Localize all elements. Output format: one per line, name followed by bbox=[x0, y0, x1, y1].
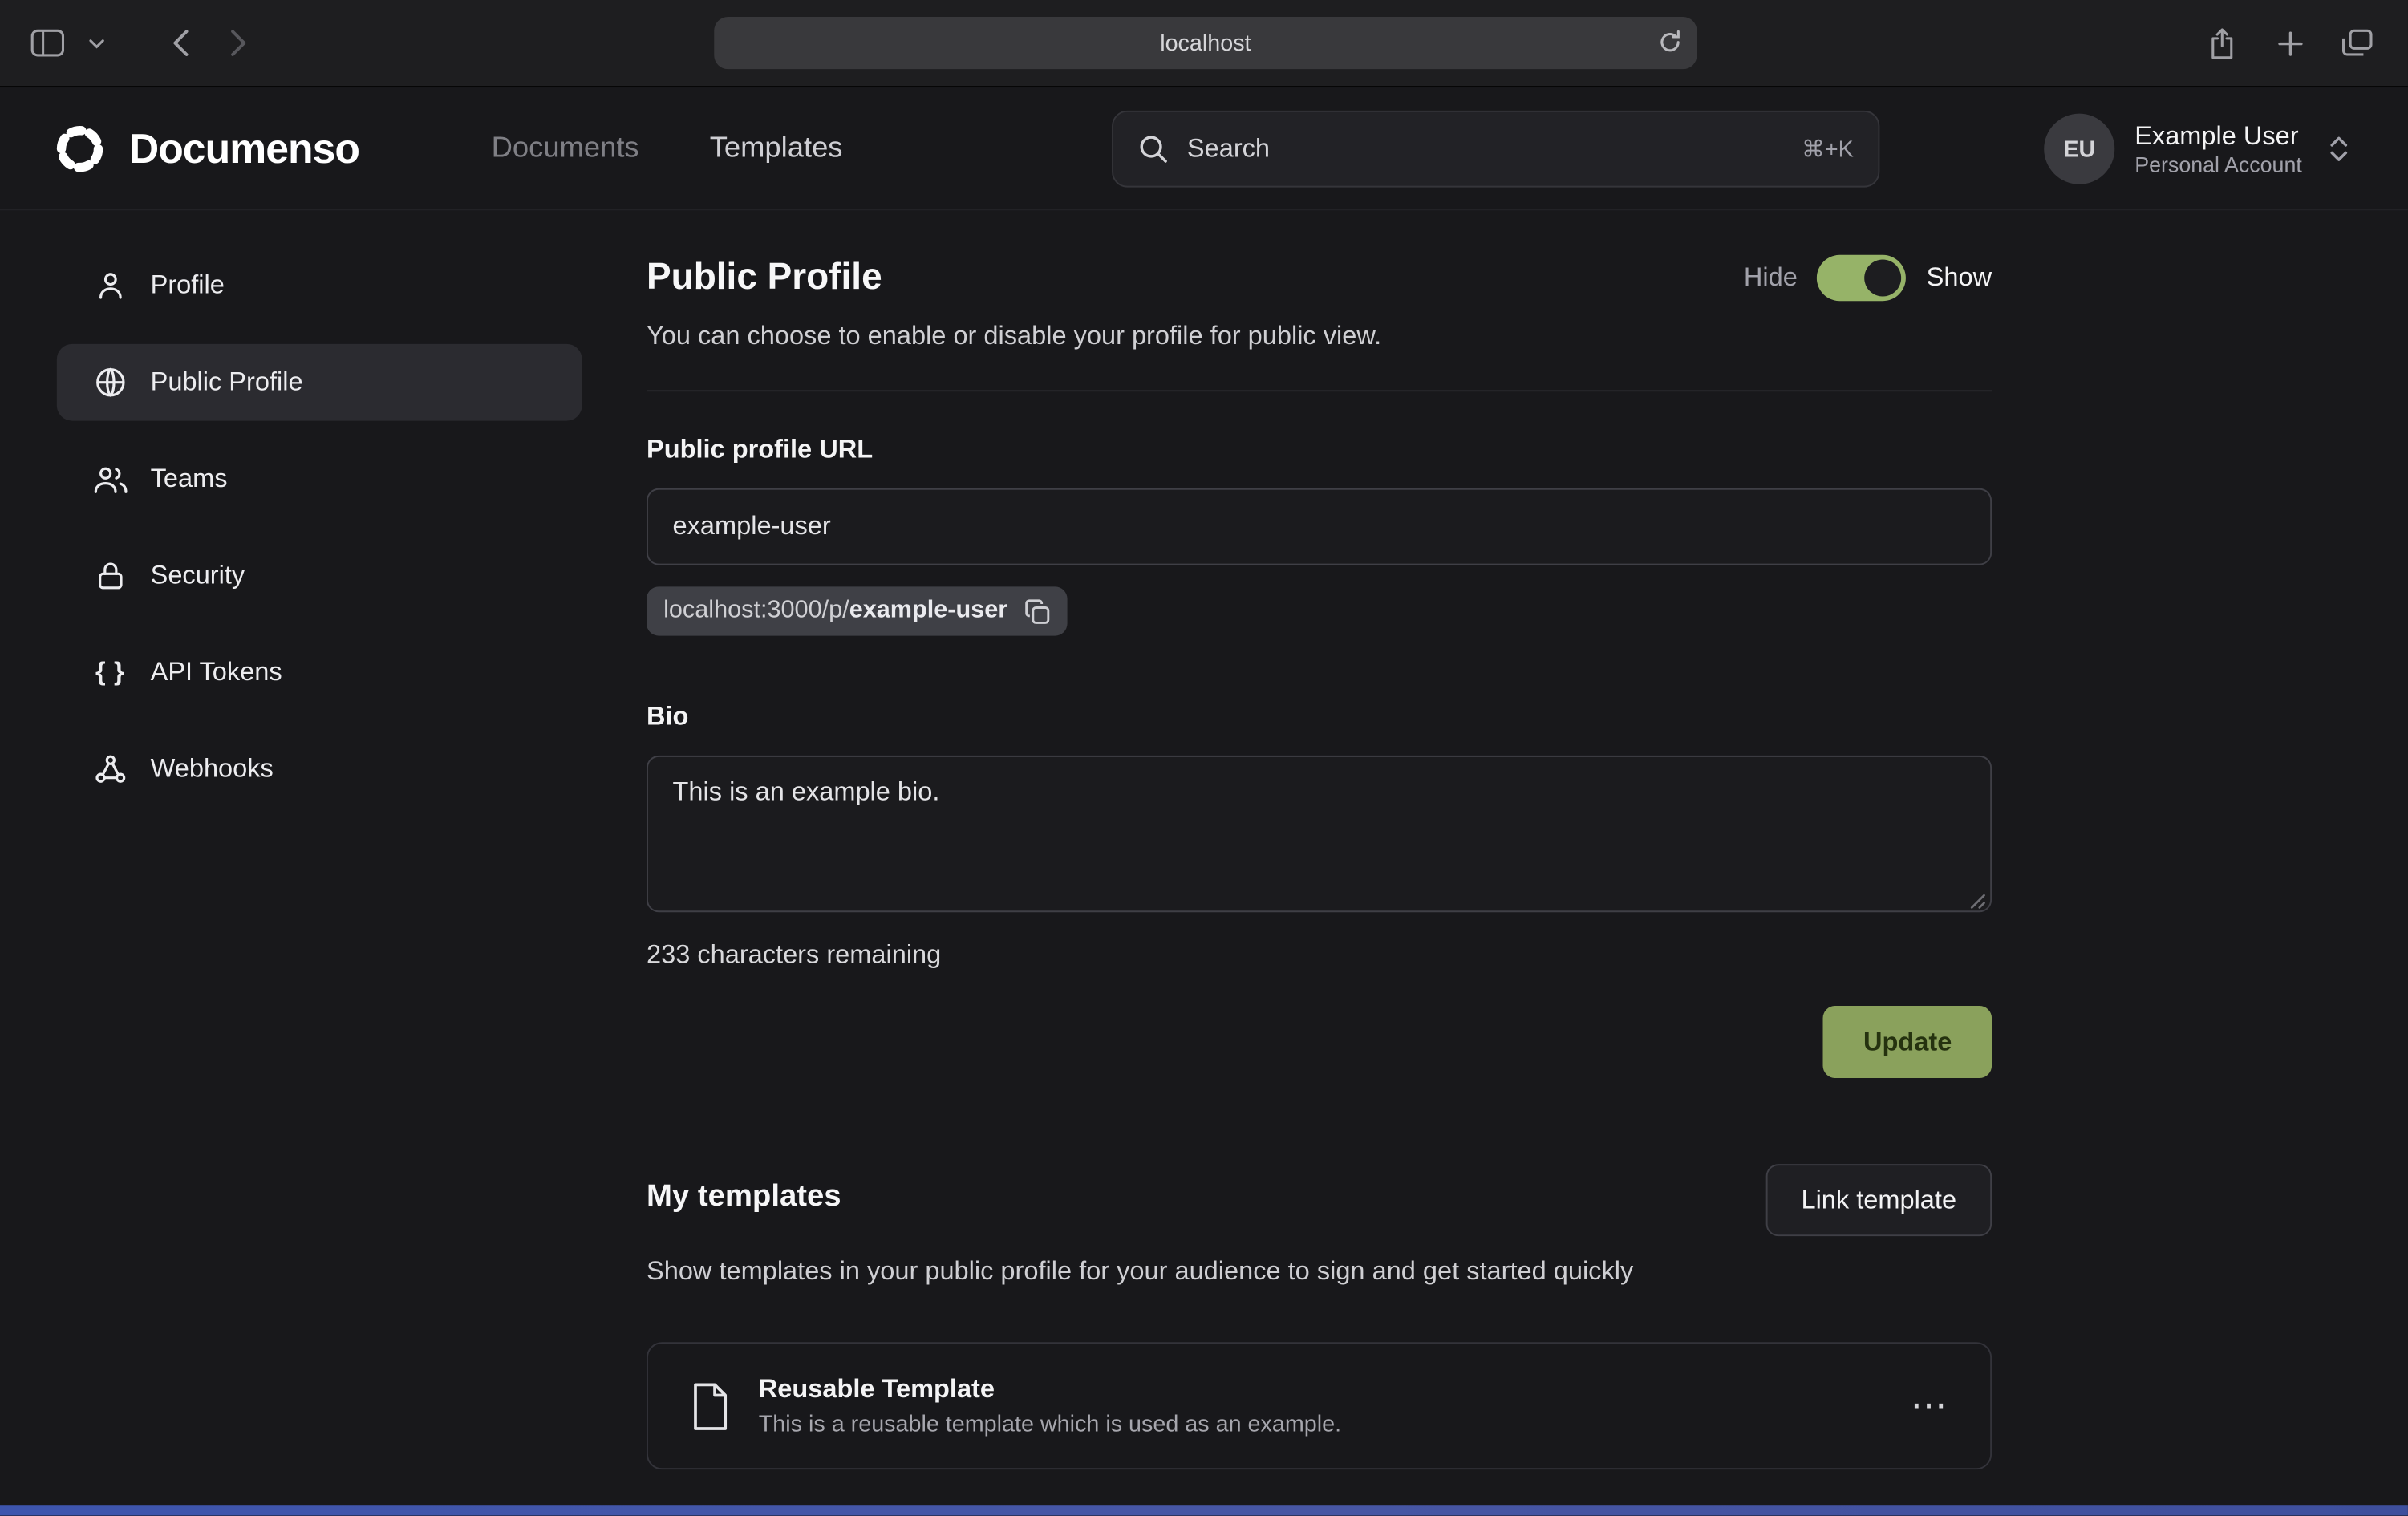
templates-description: Show templates in your public profile fo… bbox=[647, 1251, 1721, 1291]
page-subtitle: You can choose to enable or disable your… bbox=[647, 321, 1992, 351]
sidebar-item-security[interactable]: Security bbox=[57, 537, 582, 614]
back-icon bbox=[171, 29, 188, 56]
address-bar-url: localhost bbox=[1160, 30, 1251, 56]
account-name: Example User bbox=[2134, 120, 2302, 152]
settings-main: Public Profile Hide Show You can choose … bbox=[647, 255, 1992, 1469]
globe-icon bbox=[94, 366, 128, 399]
bio-textarea[interactable]: This is an example bio. bbox=[647, 756, 1992, 912]
sidebar-item-label: Public Profile bbox=[151, 367, 303, 398]
sidebar-item-label: Webhooks bbox=[151, 754, 274, 784]
chevrons-up-down-icon bbox=[2328, 135, 2349, 162]
screen: localhost Documenso Documents bbox=[0, 0, 2408, 1516]
nav-templates[interactable]: Templates bbox=[710, 132, 843, 166]
forward-button[interactable] bbox=[215, 20, 261, 66]
sidebar-item-label: API Tokens bbox=[151, 657, 282, 687]
profile-url-label: Public profile URL bbox=[647, 435, 1992, 465]
sidebar-item-label: Profile bbox=[151, 270, 225, 301]
search-input[interactable] bbox=[1187, 134, 1783, 164]
account-type: Personal Account bbox=[2134, 152, 2302, 179]
template-row[interactable]: Reusable Template This is a reusable tem… bbox=[647, 1342, 1992, 1469]
copy-icon bbox=[1024, 598, 1051, 625]
sidebar-item-webhooks[interactable]: Webhooks bbox=[57, 731, 582, 808]
brand-name: Documenso bbox=[129, 125, 359, 172]
share-icon bbox=[2208, 27, 2236, 59]
new-tab-button[interactable] bbox=[2267, 20, 2313, 66]
forward-icon bbox=[229, 29, 246, 56]
search-icon bbox=[1138, 134, 1169, 164]
sidebar-item-api-tokens[interactable]: { } API Tokens bbox=[57, 634, 582, 711]
plus-icon bbox=[2276, 30, 2303, 56]
file-icon bbox=[688, 1381, 732, 1430]
reload-button[interactable] bbox=[1657, 29, 1684, 55]
bio-label: Bio bbox=[647, 702, 1992, 732]
profile-url-text: localhost:3000/p/example-user bbox=[663, 598, 1007, 625]
profile-visibility-switch[interactable] bbox=[1818, 255, 1907, 301]
sidebar-toggle-icon bbox=[30, 29, 64, 56]
tabs-icon bbox=[2342, 29, 2373, 56]
documenso-logo-icon bbox=[51, 120, 109, 178]
page-title: Public Profile bbox=[647, 257, 882, 300]
address-bar[interactable]: localhost bbox=[714, 17, 1697, 69]
search-shortcut: ⌘+K bbox=[1802, 135, 1854, 162]
account-menu[interactable]: EU Example User Personal Account bbox=[2044, 87, 2349, 210]
tab-overview-button[interactable] bbox=[2334, 20, 2380, 66]
more-options-button[interactable]: ⋯ bbox=[1911, 1388, 1951, 1425]
nav-documents[interactable]: Documents bbox=[492, 132, 639, 166]
template-name: Reusable Template bbox=[759, 1374, 1341, 1405]
toolbar-dropdown-button[interactable] bbox=[83, 20, 110, 66]
toggle-show-label: Show bbox=[1927, 262, 1992, 293]
browser-toolbar: localhost bbox=[0, 0, 2408, 87]
sidebar-item-public-profile[interactable]: Public Profile bbox=[57, 344, 582, 421]
lock-icon bbox=[94, 559, 128, 593]
app-header: Documenso Documents Templates ⌘+K EU Exa… bbox=[0, 87, 2408, 210]
visibility-toggle-group: Hide Show bbox=[1744, 255, 1992, 301]
link-template-button[interactable]: Link template bbox=[1765, 1164, 1992, 1236]
avatar: EU bbox=[2044, 114, 2114, 184]
share-button[interactable] bbox=[2199, 20, 2245, 66]
people-icon bbox=[92, 462, 129, 496]
profile-url-input[interactable] bbox=[647, 488, 1992, 565]
bottom-strip bbox=[0, 1505, 2408, 1515]
search-box[interactable]: ⌘+K bbox=[1112, 111, 1879, 188]
sidebar-item-profile[interactable]: Profile bbox=[57, 247, 582, 324]
copy-button[interactable] bbox=[1024, 598, 1051, 625]
template-description: This is a reusable template which is use… bbox=[759, 1411, 1341, 1437]
sidebar-item-teams[interactable]: Teams bbox=[57, 440, 582, 517]
profile-url-badge[interactable]: localhost:3000/p/example-user bbox=[647, 586, 1068, 635]
primary-nav: Documents Templates bbox=[492, 87, 843, 210]
braces-icon: { } bbox=[92, 657, 129, 687]
chevron-down-icon bbox=[89, 38, 104, 48]
sidebar-item-label: Security bbox=[151, 561, 245, 591]
settings-nav: Profile Public Profile Teams Security { … bbox=[57, 247, 582, 808]
reload-icon bbox=[1657, 29, 1684, 55]
switch-knob bbox=[1865, 260, 1902, 297]
person-icon bbox=[94, 269, 128, 302]
resize-handle-icon[interactable] bbox=[1968, 892, 1985, 909]
back-button[interactable] bbox=[156, 20, 202, 66]
sidebar-item-label: Teams bbox=[151, 464, 228, 494]
brand[interactable]: Documenso bbox=[51, 87, 359, 210]
sidebar-toggle-button[interactable] bbox=[25, 20, 71, 66]
templates-title: My templates bbox=[647, 1179, 841, 1214]
settings-page: Profile Public Profile Teams Security { … bbox=[0, 210, 2408, 1469]
toggle-hide-label: Hide bbox=[1744, 262, 1798, 293]
divider bbox=[647, 390, 1992, 391]
webhook-icon bbox=[94, 752, 128, 786]
chars-remaining: 233 characters remaining bbox=[647, 940, 1992, 971]
update-button[interactable]: Update bbox=[1823, 1006, 1992, 1078]
